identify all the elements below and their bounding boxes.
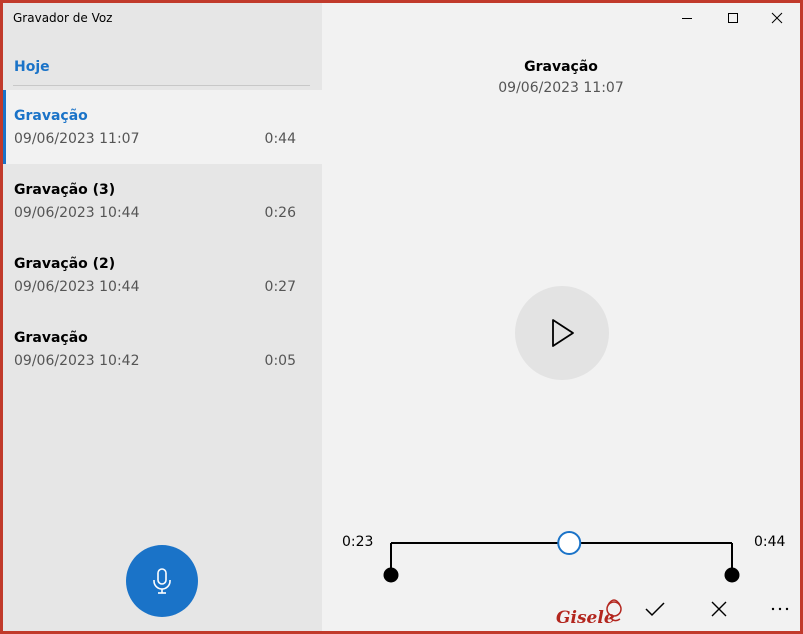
save-trim-button[interactable] — [635, 595, 675, 623]
recording-date: 09/06/2023 10:42 — [14, 353, 140, 369]
microphone-icon — [153, 568, 171, 594]
recording-date: 09/06/2023 10:44 — [14, 279, 140, 295]
group-divider — [13, 85, 310, 86]
playhead-thumb[interactable] — [557, 531, 582, 555]
play-icon — [552, 319, 574, 347]
player-pane: Gravação 09/06/2023 11:07 0:23 0:44 Gise… — [322, 3, 800, 631]
recording-duration: 0:44 — [264, 131, 296, 147]
close-window-button[interactable] — [754, 3, 800, 33]
recording-duration: 0:26 — [264, 205, 296, 221]
recordings-list: Gravação 09/06/2023 11:07 0:44 Gravação … — [3, 90, 322, 386]
recording-duration: 0:05 — [264, 353, 296, 369]
watermark-logo: Gisele — [554, 595, 626, 631]
recording-name: Gravação — [14, 108, 88, 124]
maximize-icon — [728, 13, 738, 23]
cancel-trim-button[interactable] — [699, 595, 739, 623]
sidebar: Gravador de Voz Hoje Gravação 09/06/2023… — [3, 3, 322, 631]
recording-item[interactable]: Gravação (3) 09/06/2023 10:44 0:26 — [3, 164, 322, 238]
minimize-button[interactable] — [664, 3, 710, 33]
recording-name: Gravação (3) — [14, 182, 116, 198]
recording-item[interactable]: Gravação (2) 09/06/2023 10:44 0:27 — [3, 238, 322, 312]
trim-timeline[interactable] — [322, 523, 800, 587]
recording-item[interactable]: Gravação 09/06/2023 10:42 0:05 — [3, 312, 322, 386]
recording-date: 09/06/2023 11:07 — [14, 131, 140, 147]
checkmark-icon — [645, 602, 665, 617]
recording-duration: 0:27 — [264, 279, 296, 295]
recording-name: Gravação (2) — [14, 256, 116, 272]
recording-date: 09/06/2023 10:44 — [14, 205, 140, 221]
group-header-today: Hoje — [14, 59, 50, 75]
minimize-icon — [682, 18, 692, 19]
close-icon — [771, 12, 783, 24]
app-title: Gravador de Voz — [13, 11, 113, 25]
maximize-button[interactable] — [710, 3, 756, 33]
play-button[interactable] — [515, 286, 609, 380]
app-window: Gravador de Voz Hoje Gravação 09/06/2023… — [3, 3, 800, 631]
trim-end-handle[interactable] — [724, 567, 740, 583]
close-icon — [711, 601, 727, 617]
trim-start-handle[interactable] — [383, 567, 399, 583]
more-icon — [771, 607, 789, 611]
recording-title: Gravação — [524, 59, 598, 75]
more-button[interactable] — [760, 595, 800, 623]
recording-timestamp: 09/06/2023 11:07 — [498, 80, 624, 96]
record-button[interactable] — [126, 545, 198, 617]
recording-name: Gravação — [14, 330, 88, 346]
svg-text:Gisele: Gisele — [556, 608, 615, 628]
recording-item[interactable]: Gravação 09/06/2023 11:07 0:44 — [3, 90, 322, 164]
